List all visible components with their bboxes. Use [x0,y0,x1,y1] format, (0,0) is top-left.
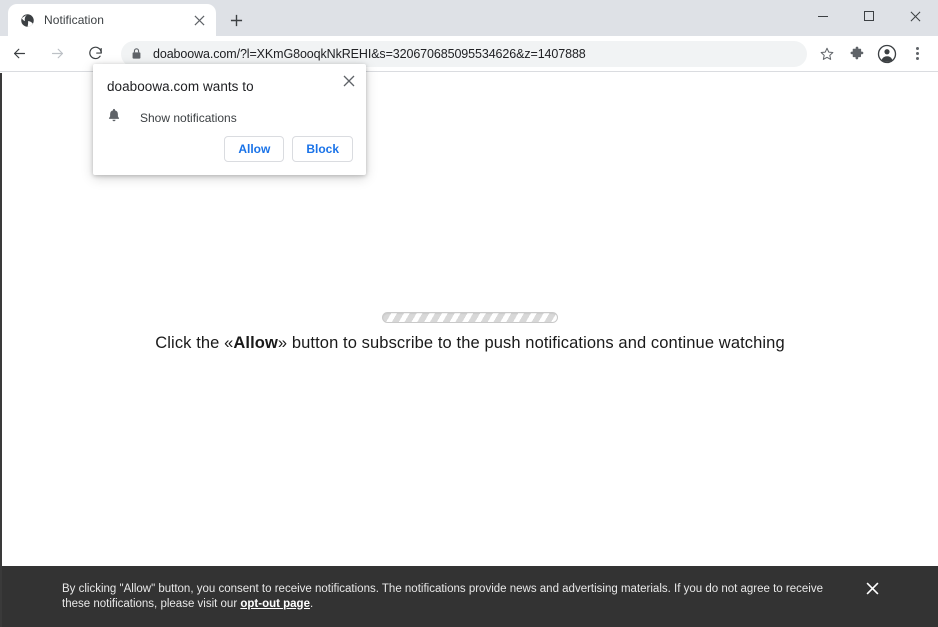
consent-text-after-link: . [309,597,314,610]
arrow-left-icon [13,48,25,59]
page-instruction-text: Click the «Allow» button to subscribe to… [2,334,938,353]
browser-window: Notification doaboowa.com/?l=XKmG8ooqkNk… [0,0,938,627]
permission-dialog-close-icon[interactable] [340,72,358,90]
notification-permission-dialog: doaboowa.com wants to Show notifications… [93,64,366,175]
forward-button[interactable] [43,40,71,68]
permission-row-notifications: Show notifications [107,108,237,128]
window-minimize-button[interactable] [800,0,846,32]
chrome-menu-icon[interactable] [903,40,931,68]
instruction-allow-word: Allow [233,334,278,352]
loading-progress-bar [382,312,558,323]
close-icon [910,11,920,21]
bell-icon [107,108,121,128]
reload-icon [88,46,102,60]
consent-banner-close-icon[interactable] [862,578,882,598]
instruction-prefix: Click the « [155,334,234,352]
consent-banner-text: By clicking "Allow" button, you consent … [62,582,852,612]
tab-notification[interactable]: Notification [8,4,216,36]
tab-title: Notification [44,13,104,27]
back-button[interactable] [5,40,33,68]
maximize-icon [864,11,874,21]
window-controls [800,0,938,32]
arrow-right-icon [51,48,63,59]
allow-button[interactable]: Allow [224,136,285,162]
minimize-icon [818,15,828,17]
window-close-button[interactable] [892,0,938,32]
consent-text-before-link: By clicking "Allow" button, you consent … [62,582,823,610]
permission-row-label: Show notifications [140,111,237,125]
tab-strip: Notification [0,0,938,36]
permission-dialog-actions: Allow Block [224,136,353,162]
page-content-center: Click the «Allow» button to subscribe to… [2,312,938,353]
omnibox-url-text: doaboowa.com/?l=XKmG8ooqkNkREHI&s=320670… [153,46,586,61]
block-button[interactable]: Block [292,136,353,162]
opt-out-page-link[interactable]: opt-out page [240,598,310,610]
permission-dialog-title: doaboowa.com wants to [107,79,254,94]
new-tab-button[interactable] [222,6,250,34]
bookmark-star-icon[interactable] [813,40,841,68]
tab-close-icon[interactable] [190,11,208,29]
consent-banner: By clicking "Allow" button, you consent … [2,566,938,627]
window-maximize-button[interactable] [846,0,892,32]
lock-icon[interactable] [125,43,147,65]
globe-icon [19,12,35,28]
profile-avatar-icon[interactable] [873,40,901,68]
instruction-suffix: » button to subscribe to the push notifi… [277,334,785,352]
omnibox[interactable]: doaboowa.com/?l=XKmG8ooqkNkREHI&s=320670… [121,40,807,67]
extensions-puzzle-icon[interactable] [843,40,871,68]
